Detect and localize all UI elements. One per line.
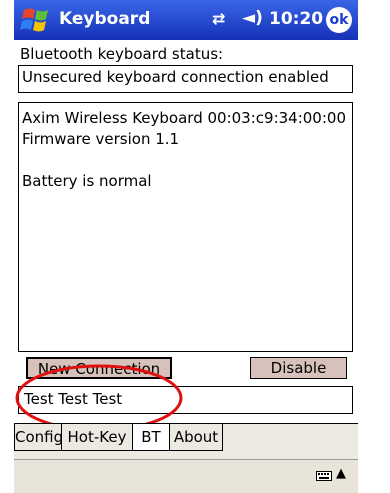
windows-start-icon[interactable] [19,4,53,36]
tab-bar: Config Hot-Key BT About [14,423,358,460]
keyboard-icon[interactable] [316,471,332,481]
info-line: Firmware version 1.1 [22,130,180,148]
info-line: Battery is normal [22,172,152,190]
tab-about[interactable]: About [169,424,223,451]
tab-hot-key[interactable]: Hot-Key [61,424,133,451]
tab-config[interactable]: Config [14,424,63,451]
ok-button[interactable]: ok [326,7,352,33]
input-selector-arrow-icon[interactable]: ▲ [336,466,346,481]
title-bar: Keyboard ⇄ ◄) 10:20 ok [14,0,358,40]
info-line: Axim Wireless Keyboard 00:03:c9:34:00:00 [22,109,346,127]
margin [358,0,390,493]
tab-bt[interactable]: BT [132,424,170,451]
status-label: Bluetooth keyboard status: [20,45,224,63]
disable-button[interactable]: Disable [250,357,347,379]
info-line [22,150,349,171]
window-title: Keyboard [59,9,151,29]
status-field: Unsecured keyboard connection enabled [18,65,353,93]
volume-icon[interactable]: ◄) [242,8,263,28]
clock[interactable]: 10:20 [269,9,323,29]
pocketpc-window: Keyboard ⇄ ◄) 10:20 ok Bluetooth keyboar… [14,0,358,493]
device-info-box: Axim Wireless Keyboard 00:03:c9:34:00:00… [18,102,353,352]
connectivity-icon[interactable]: ⇄ [212,9,225,28]
menu-bar: ▲ [14,459,358,493]
